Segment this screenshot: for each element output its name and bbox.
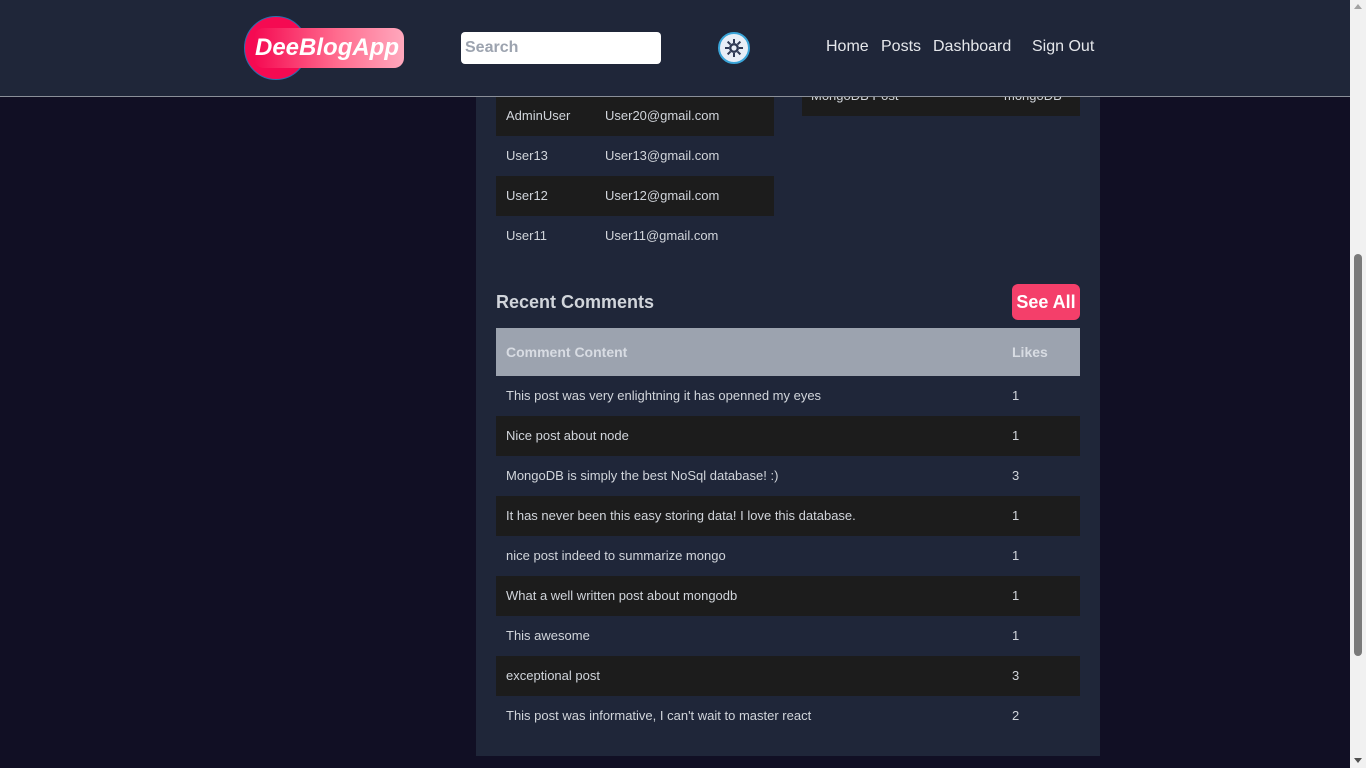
table-row: What a well written post about mongodb 1 [496,576,1080,616]
comment-content-cell: This post was very enlightning it has op… [506,388,822,403]
table-row: User13 User13@gmail.com [496,136,774,176]
scrollbar[interactable] [1350,0,1366,768]
likes-cell: 1 [1012,388,1020,403]
comment-content-cell: What a well written post about mongodb [506,588,738,603]
table-row: This post was informative, I can't wait … [496,696,1080,736]
scrollbar-thumb[interactable] [1354,254,1362,656]
table-row: nice post indeed to summarize mongo 1 [496,536,1080,576]
email-cell: User12@gmail.com [605,188,720,203]
see-all-button[interactable]: See All [1012,284,1080,320]
table-row: It has never been this easy storing data… [496,496,1080,536]
comment-content-cell: Nice post about node [506,428,629,443]
brand-name: DeeBlogApp [255,34,399,61]
section-title: Recent Comments [496,292,655,312]
email-cell: User13@gmail.com [605,148,720,163]
table-header: Comment Content Likes [496,328,1080,376]
comment-content-cell: MongoDB is simply the best NoSql databas… [506,468,779,483]
theme-toggle-button[interactable] [718,32,750,64]
column-header-likes: Likes [1012,344,1048,360]
table-row: User12 User12@gmail.com [496,176,774,216]
likes-cell: 1 [1012,548,1020,563]
nav-link-home[interactable]: Home [826,38,869,56]
email-cell: User11@gmail.com [605,228,719,243]
table-row: User11 User11@gmail.com [496,216,774,256]
scroll-up-arrow-icon[interactable] [1354,4,1362,9]
navbar: DeeBlogApp Home Posts Dashboard Sign Out [0,0,1350,97]
likes-cell: 3 [1012,668,1020,683]
likes-cell: 1 [1012,588,1020,603]
nav-link-dashboard[interactable]: Dashboard [933,38,1011,56]
column-header-content: Comment Content [506,344,628,360]
nav-link-posts[interactable]: Posts [881,38,921,56]
scroll-down-arrow-icon[interactable] [1354,758,1362,763]
username-cell: User13 [506,148,548,163]
username-cell: User12 [506,188,548,203]
sun-icon [725,39,743,57]
table-row: This post was very enlightning it has op… [496,376,1080,416]
table-row: AdminUser User20@gmail.com [496,96,774,136]
table-row: This awesome 1 [496,616,1080,656]
comment-content-cell: nice post indeed to summarize mongo [506,548,726,563]
likes-cell: 3 [1012,468,1020,483]
comment-content-cell: This awesome [506,628,590,643]
email-cell: User20@gmail.com [605,108,720,123]
likes-cell: 1 [1012,508,1020,523]
comment-content-cell: It has never been this easy storing data… [506,508,856,523]
table-row: MongoDB is simply the best NoSql databas… [496,456,1080,496]
comment-content-cell: exceptional post [506,668,600,683]
search-input[interactable] [461,32,661,64]
likes-cell: 1 [1012,628,1020,643]
brand-logo[interactable]: DeeBlogApp [244,16,404,80]
username-cell: AdminUser [506,108,571,123]
table-row: Nice post about node 1 [496,416,1080,456]
comment-content-cell: This post was informative, I can't wait … [506,708,812,723]
likes-cell: 2 [1012,708,1020,723]
username-cell: User11 [506,228,547,243]
sign-out-link[interactable]: Sign Out [1032,38,1094,56]
likes-cell: 1 [1012,428,1020,443]
table-row: exceptional post 3 [496,656,1080,696]
